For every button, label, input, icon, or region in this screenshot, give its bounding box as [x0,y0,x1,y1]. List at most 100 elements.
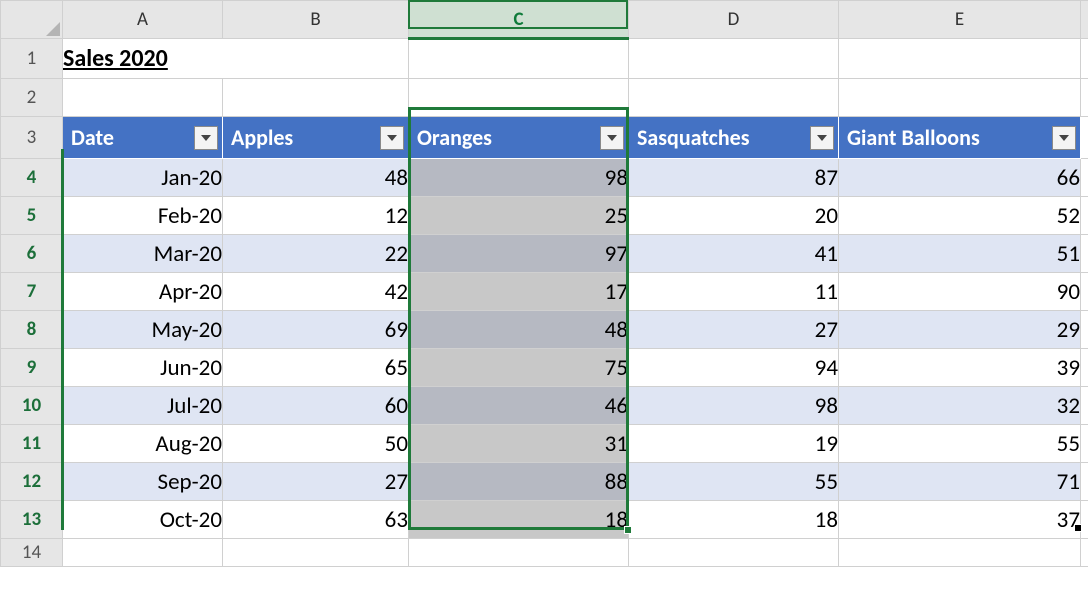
row-header-9[interactable]: 9 [1,349,63,387]
cell-sasquatches[interactable]: 11 [629,273,839,311]
cell-oranges[interactable]: 18 [409,501,629,539]
cell-sasquatches[interactable]: 18 [629,501,839,539]
row-header-13[interactable]: 13 [1,501,63,539]
row-header-2[interactable]: 2 [1,79,63,117]
row-header-10[interactable]: 10 [1,387,63,425]
row-header-7[interactable]: 7 [1,273,63,311]
cell-oranges[interactable]: 98 [409,159,629,197]
row-header-3[interactable]: 3 [1,117,63,159]
row-header-12[interactable]: 12 [1,463,63,501]
cell-B14[interactable] [223,539,409,567]
row-header-14[interactable]: 14 [1,539,63,567]
cell-sasquatches[interactable]: 20 [629,197,839,235]
cell-date[interactable]: Jul-20 [63,387,223,425]
cell-B2[interactable] [223,79,409,117]
filter-button-sasquatches[interactable] [810,126,834,150]
cell-D14[interactable] [629,539,839,567]
cell-date[interactable]: Jan-20 [63,159,223,197]
table-header-apples[interactable]: Apples [223,117,409,159]
cell-date[interactable]: Feb-20 [63,197,223,235]
cell-apples[interactable]: 60 [223,387,409,425]
col-header-B[interactable]: B [223,1,409,39]
cell-giant-balloons[interactable]: 29 [839,311,1081,349]
cell-sasquatches[interactable]: 27 [629,311,839,349]
col-header-C[interactable]: C [409,1,629,39]
cell-apples[interactable]: 50 [223,425,409,463]
table-header-giant-balloons[interactable]: Giant Balloons [839,117,1081,159]
cell-apples[interactable]: 65 [223,349,409,387]
cell-apples[interactable]: 42 [223,273,409,311]
cell-date[interactable]: Jun-20 [63,349,223,387]
cell-sasquatches[interactable]: 19 [629,425,839,463]
cell-E1[interactable] [839,39,1081,79]
cell-giant-balloons[interactable]: 52 [839,197,1081,235]
cell-A2[interactable] [63,79,223,117]
cell-apples[interactable]: 27 [223,463,409,501]
cell-C14[interactable] [409,539,629,567]
cell-sasquatches[interactable]: 41 [629,235,839,273]
col-header-A[interactable]: A [63,1,223,39]
cell-giant-balloons[interactable]: 90 [839,273,1081,311]
row-header-6[interactable]: 6 [1,235,63,273]
spreadsheet-grid[interactable]: A B C D E 1 Sales 2020 2 [0,0,1088,567]
col-header-D[interactable]: D [629,1,839,39]
row-header-5[interactable]: 5 [1,197,63,235]
cell-tail-1 [1081,39,1088,79]
row-header-4[interactable]: 4 [1,159,63,197]
cell-date[interactable]: Aug-20 [63,425,223,463]
cell-date[interactable]: Mar-20 [63,235,223,273]
cell-apples[interactable]: 48 [223,159,409,197]
cell-D2[interactable] [629,79,839,117]
cell-apples[interactable]: 12 [223,197,409,235]
cell-sasquatches[interactable]: 55 [629,463,839,501]
cell-oranges[interactable]: 17 [409,273,629,311]
cell-giant-balloons[interactable]: 39 [839,349,1081,387]
cell-giant-balloons[interactable]: 37 [839,501,1081,539]
cell-date[interactable]: Sep-20 [63,463,223,501]
title-cell[interactable]: Sales 2020 [63,39,409,79]
row-header-11[interactable]: 11 [1,425,63,463]
cell-oranges[interactable]: 97 [409,235,629,273]
filter-button-date[interactable] [194,126,218,150]
cell-oranges[interactable]: 46 [409,387,629,425]
table-header-sasquatches[interactable]: Sasquatches [629,117,839,159]
cell-oranges[interactable]: 88 [409,463,629,501]
cell-apples[interactable]: 63 [223,501,409,539]
fill-handle[interactable] [624,526,632,534]
col-header-E[interactable]: E [839,1,1081,39]
cell-C1[interactable] [409,39,629,79]
cell-date[interactable]: May-20 [63,311,223,349]
cell-apples[interactable]: 69 [223,311,409,349]
table-resize-handle[interactable] [1074,524,1082,532]
row-header-8[interactable]: 8 [1,311,63,349]
table-header-date[interactable]: Date [63,117,223,159]
select-all-corner[interactable] [1,1,63,39]
cell-sasquatches[interactable]: 94 [629,349,839,387]
cell-date[interactable]: Apr-20 [63,273,223,311]
cell-date[interactable]: Oct-20 [63,501,223,539]
row-header-1[interactable]: 1 [1,39,63,79]
cell-D1[interactable] [629,39,839,79]
filter-button-apples[interactable] [380,126,404,150]
cell-giant-balloons[interactable]: 66 [839,159,1081,197]
cell-giant-balloons[interactable]: 51 [839,235,1081,273]
cell-A14[interactable] [63,539,223,567]
cell-oranges[interactable]: 48 [409,311,629,349]
cell-apples[interactable]: 22 [223,235,409,273]
filter-button-giant-balloons[interactable] [1052,126,1076,150]
cell-oranges[interactable]: 75 [409,349,629,387]
cell-sasquatches[interactable]: 98 [629,387,839,425]
cell-C2[interactable] [409,79,629,117]
cell-E14[interactable] [839,539,1081,567]
spreadsheet-viewport[interactable]: A B C D E 1 Sales 2020 2 [0,0,1088,596]
cell-tail [1081,425,1088,463]
table-header-oranges[interactable]: Oranges [409,117,629,159]
cell-oranges[interactable]: 25 [409,197,629,235]
cell-sasquatches[interactable]: 87 [629,159,839,197]
cell-oranges[interactable]: 31 [409,425,629,463]
cell-giant-balloons[interactable]: 55 [839,425,1081,463]
cell-E2[interactable] [839,79,1081,117]
cell-giant-balloons[interactable]: 71 [839,463,1081,501]
cell-giant-balloons[interactable]: 32 [839,387,1081,425]
filter-button-oranges[interactable] [600,126,624,150]
